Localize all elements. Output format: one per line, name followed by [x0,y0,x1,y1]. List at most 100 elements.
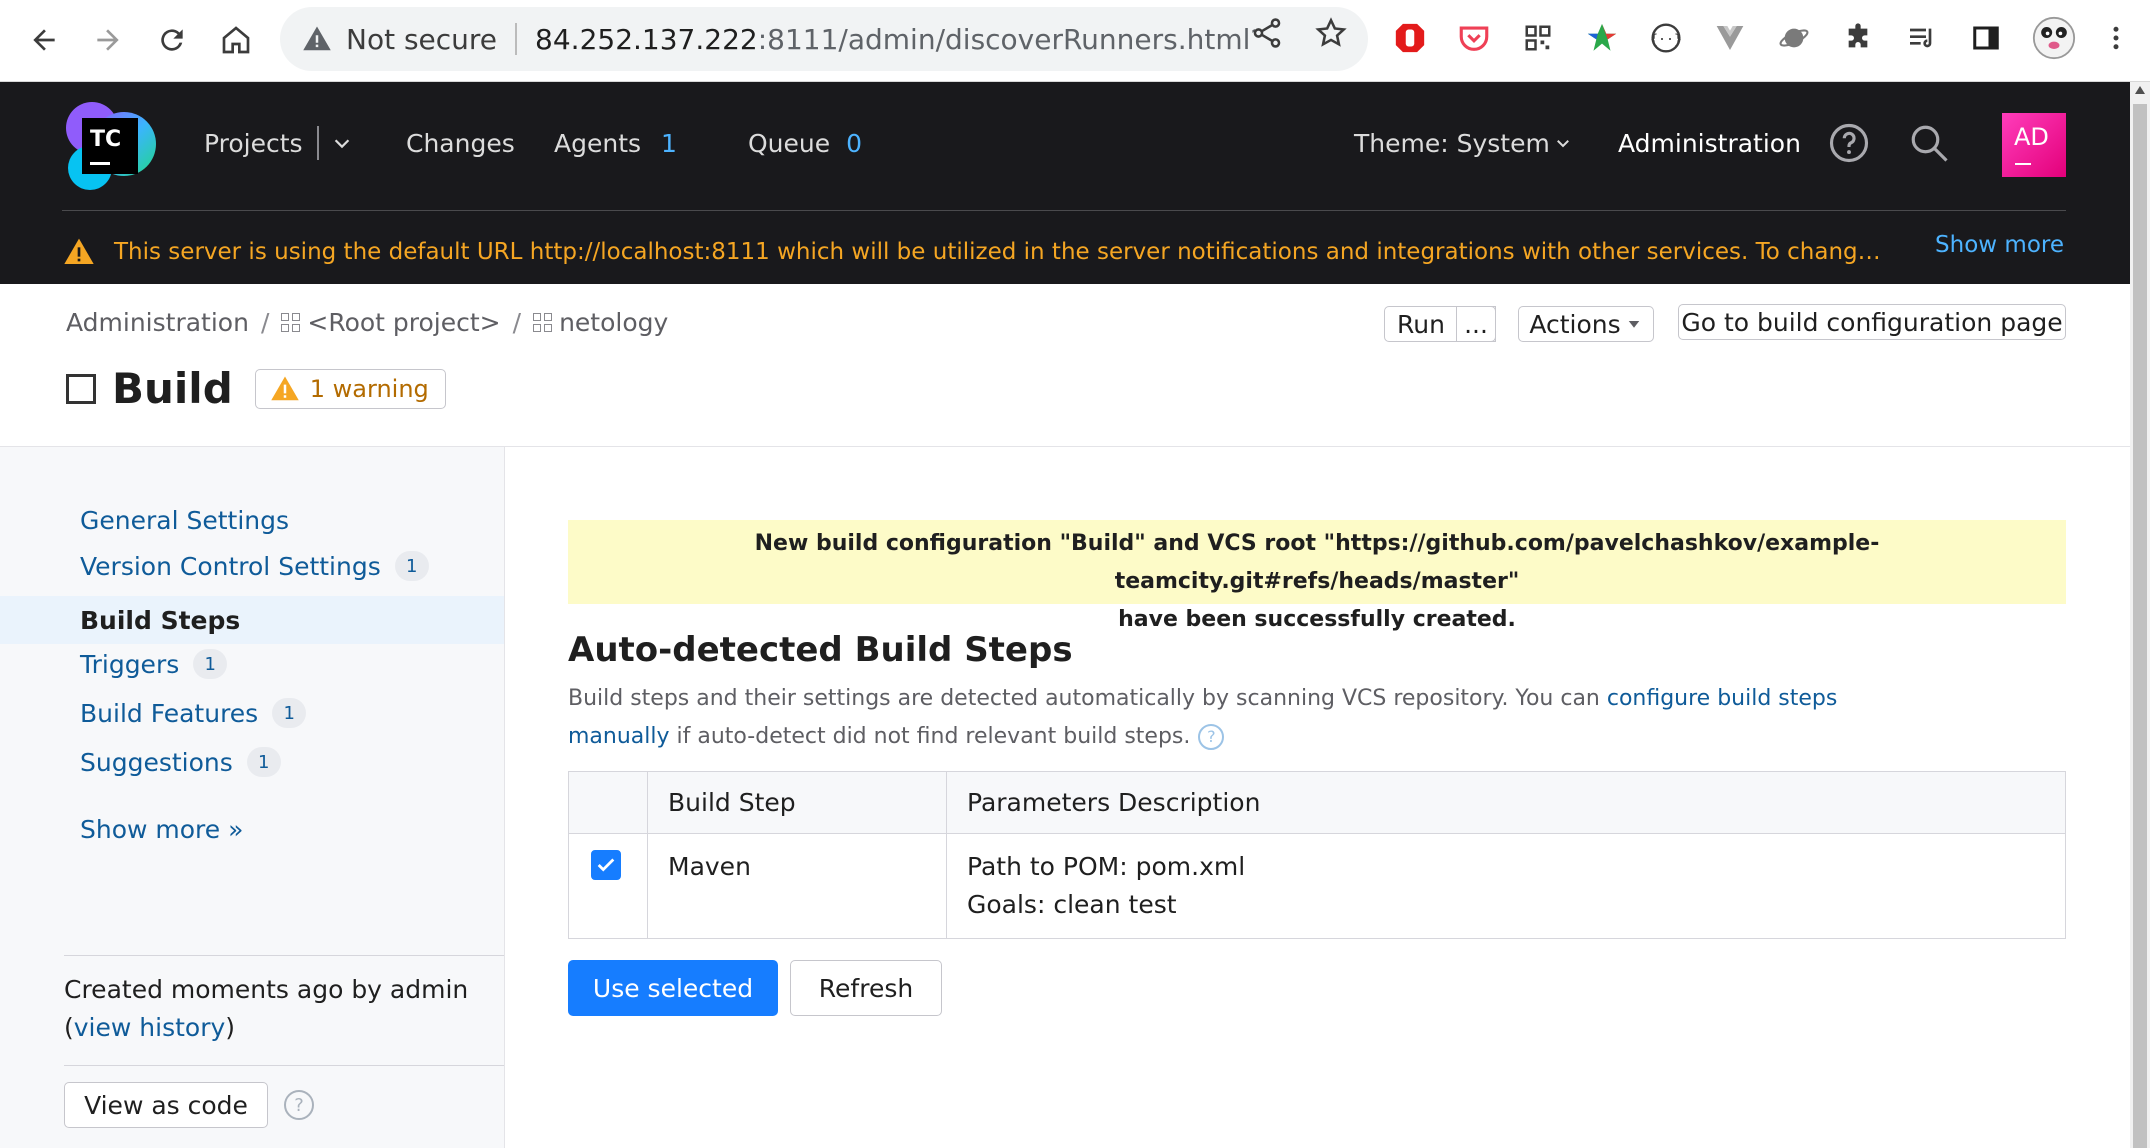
help-circle-icon[interactable]: ? [1198,724,1225,750]
configure-steps-link[interactable]: configure build steps [1607,686,1838,711]
help-icon[interactable] [1828,122,1870,164]
sidebar-count-badge: 1 [394,551,429,581]
chevron-down-icon [1556,140,1569,148]
nav-administration[interactable]: Administration [1618,82,1801,204]
side-panel-icon [1973,26,1999,50]
back-button[interactable] [18,14,70,66]
configure-steps-link-manually[interactable]: manually [568,724,670,749]
pocket-extension[interactable] [1456,20,1492,56]
reload-button[interactable] [146,14,198,66]
nav-agents[interactable]: Agents 1 [554,82,677,204]
sidebar-count-badge: 1 [272,698,307,728]
arrow-left-icon [33,29,55,51]
sidebar-active-highlight [0,596,504,644]
browser-menu-button[interactable] [2098,20,2134,56]
breadcrumb-netology[interactable]: netology [559,308,668,337]
security-label: Not secure [346,22,498,56]
view-as-code-button[interactable]: View as code [64,1082,268,1128]
sidebar-item-build-features[interactable]: Build Features 1 [80,698,307,728]
refresh-label: Refresh [818,973,914,1003]
qr-extension[interactable] [1520,20,1556,56]
sidebar-item-version-control[interactable]: Version Control Settings 1 [80,551,429,581]
reading-list-button[interactable] [1904,20,1940,56]
sidebar-show-more-link[interactable]: Show more » [80,815,243,844]
param-pom: Path to POM: pom.xml [967,852,1246,881]
media-list-icon [1910,28,1932,48]
breadcrumb-administration[interactable]: Administration [66,308,249,337]
scrollbar-thumb[interactable] [2133,104,2147,1148]
extensions-menu[interactable] [1840,20,1876,56]
planet-icon [1779,28,1809,48]
sidebar-item-build-steps[interactable]: Build Steps [80,606,240,635]
breadcrumb-root-project[interactable]: <Root project> [307,308,500,337]
home-icon [222,26,250,54]
table-header-build-step: Build Step [647,771,947,834]
warning-triangle-icon [64,238,94,264]
profile-avatar-icon [2032,16,2076,60]
view-history-link[interactable]: view history [74,1013,226,1042]
actions-label: Actions [1529,309,1621,339]
caret-down-icon [1628,321,1639,328]
sidebar-item-label: Version Control Settings [80,551,381,581]
app-header: TC Projects Changes Agents 1 Queue 0 Theme… [0,82,2130,284]
use-selected-button[interactable]: Use selected [568,960,778,1016]
nav-changes[interactable]: Changes [406,82,515,204]
logo-text: TC [90,127,121,152]
checkmark-icon [597,858,615,872]
run-custom-button[interactable]: ... [1456,306,1496,342]
user-avatar[interactable]: AD [2002,113,2066,177]
avatar-initials: AD [2014,123,2049,151]
url-host: 84.252.137.222 [535,22,758,56]
sidebar-item-triggers[interactable]: Triggers 1 [80,649,228,679]
table-header-row: Build Step Parameters Description [568,771,2066,834]
warning-badge[interactable]: 1 warning [254,368,446,409]
search-icon[interactable] [1908,122,1950,164]
success-banner: New build configuration "Build" and VCS … [568,520,2066,632]
section-heading: Auto-detected Build Steps [568,630,1073,670]
breadcrumb-separator: / [512,308,522,337]
color-extension[interactable] [1584,20,1620,56]
url-text[interactable]: 84.252.137.222:8111/admin/discoverRunner… [535,23,1255,56]
share-icon[interactable] [1250,16,1284,50]
home-button[interactable] [210,14,262,66]
go-to-build-config-button[interactable]: Go to build configuration page [1678,304,2066,340]
table-row: Maven Path to POM: pom.xml Goals: clean … [568,833,2066,939]
side-panel-button[interactable] [1968,20,2004,56]
theme-selector[interactable]: Theme: System [1354,82,1572,204]
vue-extension[interactable] [1712,20,1748,56]
sidebar-item-suggestions[interactable]: Suggestions 1 [80,747,281,777]
step-checkbox[interactable] [591,850,621,880]
forward-button[interactable] [82,14,134,66]
page-title-row: Build 1 warning [66,364,446,413]
chevron-down-icon[interactable] [331,132,353,154]
qr-code-icon [1525,25,1551,51]
goto-label: Go to build configuration page [1681,307,2063,337]
kebab-menu-icon [2113,26,2119,50]
actions-dropdown[interactable]: Actions [1518,306,1654,342]
svg-text:{··}: {··} [1650,32,1682,47]
breadcrumb: Administration / <Root project> / netolo… [66,308,668,337]
bookmark-star-icon[interactable] [1314,16,1348,50]
sidebar-item-general-settings[interactable]: General Settings [80,506,289,535]
json-icon: {··} [1650,23,1682,53]
teamcity-logo[interactable]: TC [62,98,158,194]
ublock-extension[interactable] [1392,20,1428,56]
notice-show-more-link[interactable]: Show more [1935,232,2064,258]
scroll-up-arrow-icon[interactable] [2135,86,2145,94]
ublock-icon [1395,23,1425,53]
created-info: Created moments ago by admin (view histor… [64,975,469,1042]
profile-button[interactable] [2032,16,2076,60]
json-extension[interactable]: {··} [1648,20,1684,56]
nav-projects[interactable]: Projects [204,82,353,204]
refresh-button[interactable]: Refresh [790,960,942,1016]
sidebar-item-label: General Settings [80,506,290,535]
planet-extension[interactable] [1776,20,1812,56]
build-steps-table: Build Step Parameters Description Maven … [568,771,2066,939]
view-as-code-label: View as code [84,1090,248,1120]
settings-sidebar: General Settings Version Control Setting… [0,447,505,1148]
nav-queue[interactable]: Queue 0 [748,82,862,204]
page-scrollbar[interactable] [2130,82,2150,1148]
page-title: Build [112,364,233,413]
help-circle-icon[interactable]: ? [284,1090,314,1120]
address-bar[interactable]: Not secure 84.252.137.222:8111/admin/dis… [280,7,1368,71]
